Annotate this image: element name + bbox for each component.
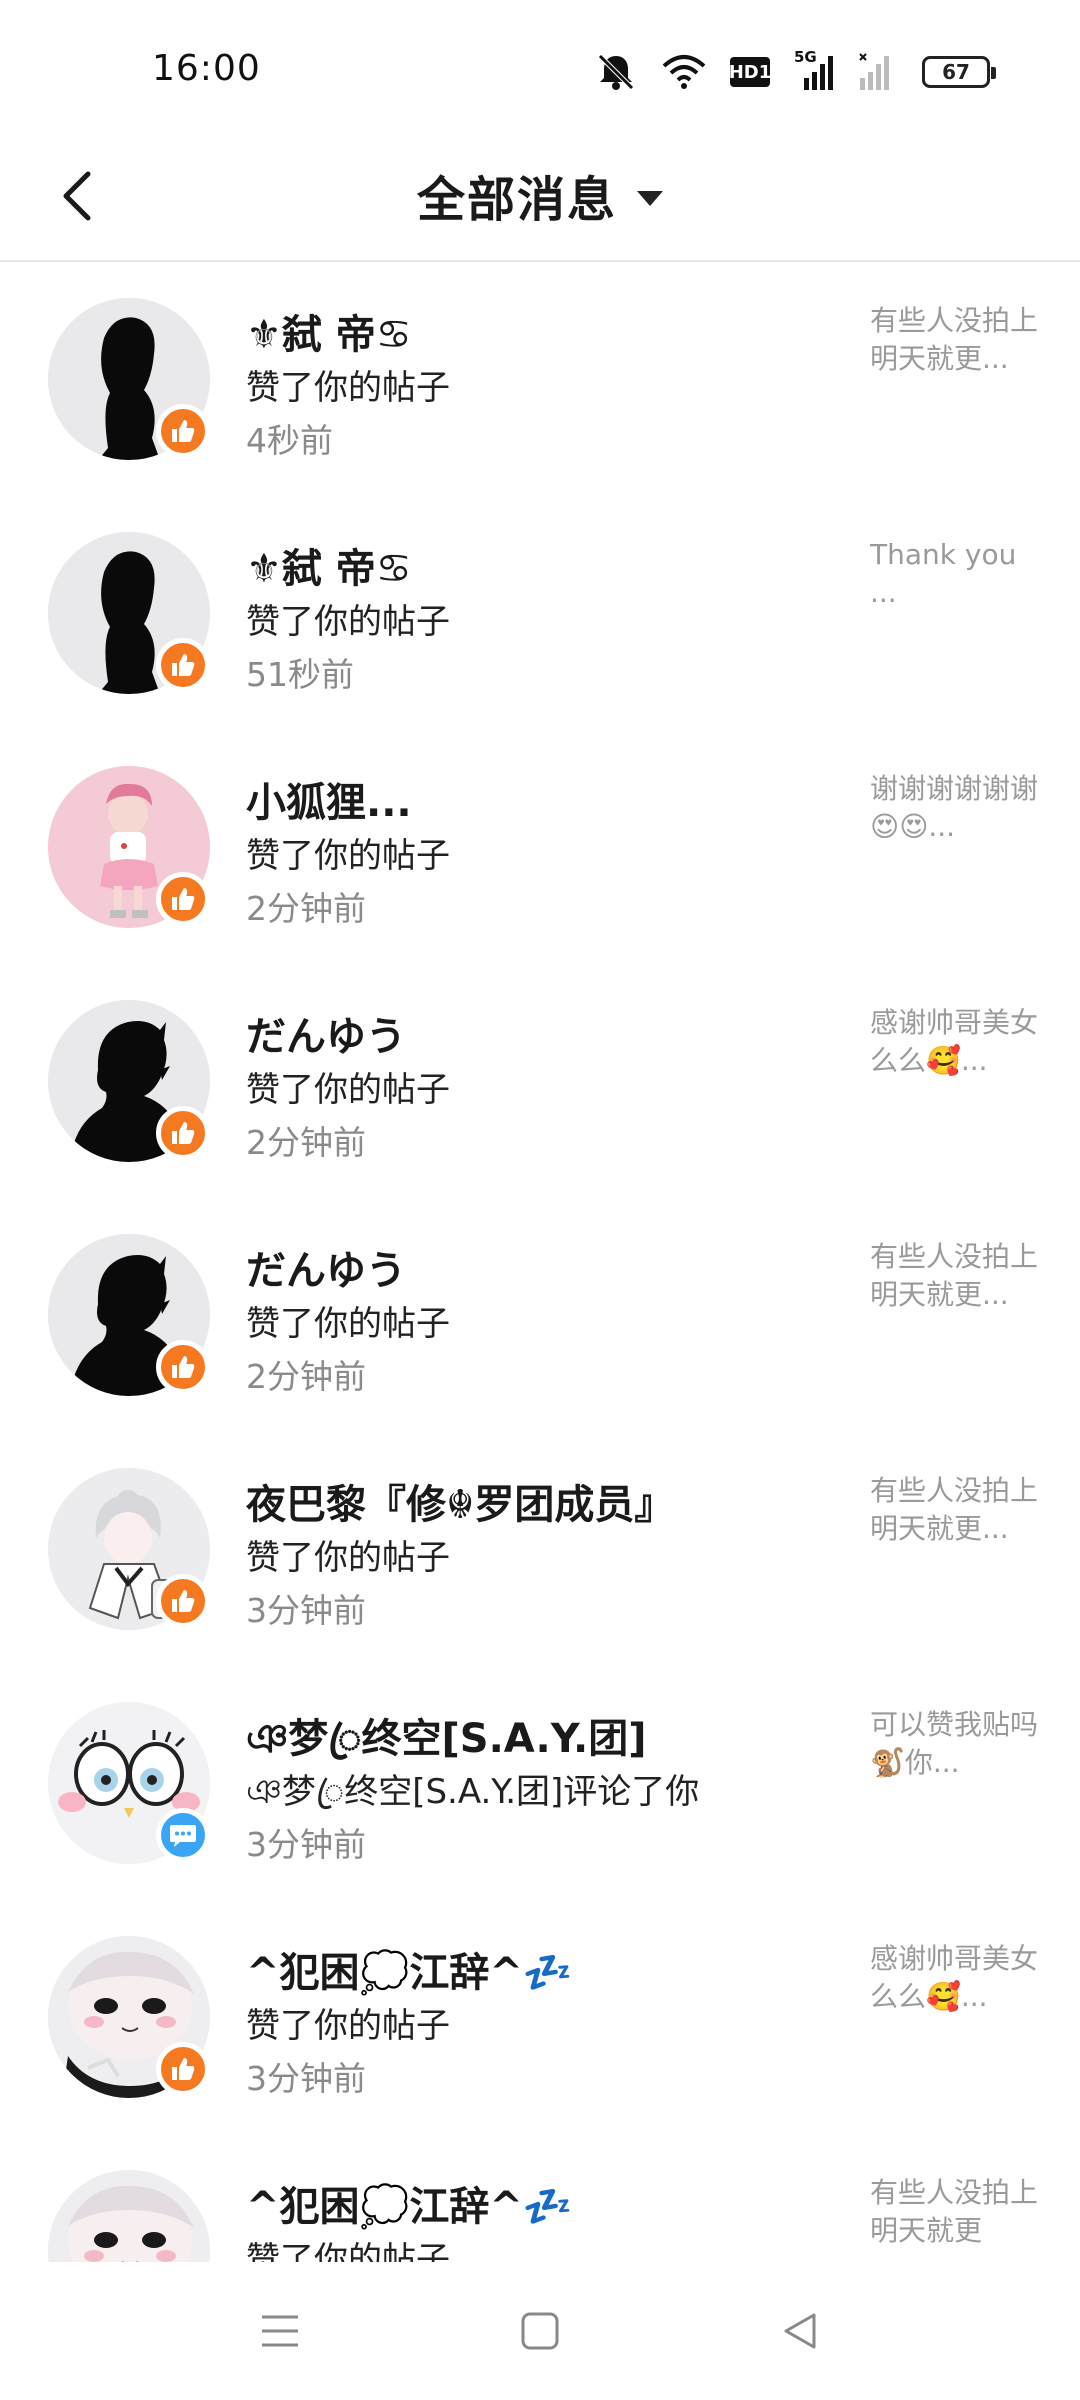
- message-filter-dropdown[interactable]: 全部消息: [0, 160, 1080, 230]
- notification-list[interactable]: ⚜弑 帝♋ 赞了你的帖子 4秒前 有些人没拍上明天就更... ⚜弑 帝♋ 赞了你的帖子 51…: [0, 264, 1080, 2262]
- notification-row[interactable]: ⚜弑 帝♋ 赞了你的帖子 51秒前 Thank you ...: [0, 498, 1080, 732]
- post-preview[interactable]: 有些人没拍上明天就更: [870, 2174, 1038, 2250]
- notification-time: 2分钟前: [246, 1123, 366, 1162]
- post-preview[interactable]: 有些人没拍上明天就更...: [870, 1238, 1038, 1314]
- back-triangle-icon: [784, 2313, 816, 2349]
- status-icons: HD1 5G 67: [594, 48, 996, 94]
- notification-row[interactable]: ঞ梦ꦿ终空[S.A.Y.团] ঞ梦ꦿ终空[S.A.Y.团]评论了你 3分钟前 可以赞我…: [0, 1668, 1080, 1902]
- user-name[interactable]: 小狐狸...: [246, 770, 806, 828]
- signal-5g-icon: 5G: [794, 48, 834, 92]
- signal-icon: [858, 52, 898, 92]
- thumbs-up-icon: [156, 638, 210, 692]
- network-label: 5G: [794, 48, 817, 66]
- wifi-icon: [662, 54, 706, 90]
- notification-action: 赞了你的帖子: [246, 1538, 450, 1578]
- thumbs-up-icon: [156, 2042, 210, 2096]
- thumbs-up-icon: [156, 404, 210, 458]
- notification-time: 4秒前: [246, 421, 333, 460]
- post-preview[interactable]: 有些人没拍上明天就更...: [870, 302, 1038, 378]
- notification-row[interactable]: 小狐狸... 赞了你的帖子 2分钟前 谢谢谢谢谢谢😍😍...: [0, 732, 1080, 966]
- hd-icon: HD1: [729, 57, 771, 87]
- notification-time: 3分钟前: [246, 1825, 366, 1864]
- user-name[interactable]: ^犯困💭江辞^💤: [246, 1940, 806, 1998]
- thumbs-up-icon: [156, 872, 210, 926]
- notification-row[interactable]: ^犯困💭江辞^💤 赞了你的帖子 3分钟前 感谢帅哥美女么么🥰...: [0, 1902, 1080, 2136]
- comment-bubble-icon: [156, 1808, 210, 1862]
- user-name[interactable]: 夜巴黎『修☬罗团成员』: [246, 1472, 806, 1530]
- header: 全部消息: [0, 130, 1080, 262]
- user-name[interactable]: ^犯困💭江辞^💤: [246, 2174, 806, 2232]
- notification-action: 赞了你的帖子: [246, 836, 450, 876]
- page-title: 全部消息: [416, 172, 617, 228]
- notification-time: 51秒前: [246, 655, 354, 694]
- notification-time: 3分钟前: [246, 2059, 366, 2098]
- user-name[interactable]: ⚜弑 帝♋: [246, 536, 806, 594]
- notification-action: 赞了你的帖子: [246, 1304, 450, 1344]
- notification-action: 赞了你的帖子: [246, 1070, 450, 1110]
- post-preview[interactable]: 有些人没拍上明天就更...: [870, 1472, 1038, 1548]
- menu-icon: [262, 2315, 298, 2347]
- thumbs-up-icon: [156, 1340, 210, 1394]
- home-square-icon: [521, 2312, 559, 2350]
- app-screen: 16:00 HD1 5G 67 全部消息 ⚜弑 帝♋ 赞了你的帖子 4秒前 有些…: [0, 0, 1080, 2400]
- post-preview[interactable]: 感谢帅哥美女么么🥰...: [870, 1940, 1038, 2016]
- avatar[interactable]: [48, 2170, 210, 2262]
- status-time: 16:00: [152, 48, 261, 89]
- user-name[interactable]: だんゆう: [246, 1238, 806, 1296]
- notification-action: 赞了你的帖子: [246, 602, 450, 642]
- notification-row[interactable]: ⚜弑 帝♋ 赞了你的帖子 4秒前 有些人没拍上明天就更...: [0, 264, 1080, 498]
- notification-row[interactable]: 夜巴黎『修☬罗团成员』赞了你的帖子 3分钟前 有些人没拍上明天就更...: [0, 1434, 1080, 1668]
- notification-action: 赞了你的帖子: [246, 368, 450, 408]
- notification-time: 3分钟前: [246, 1591, 366, 1630]
- home-button[interactable]: [500, 2291, 580, 2371]
- notification-time: 2分钟前: [246, 889, 366, 928]
- status-bar: 16:00 HD1 5G 67: [0, 0, 1080, 130]
- thumbs-up-icon: [156, 1574, 210, 1628]
- notification-row[interactable]: だんゆう赞了你的帖子 2分钟前 感谢帅哥美女么么🥰...: [0, 966, 1080, 1200]
- post-preview[interactable]: 可以赞我贴吗🐒你...: [870, 1706, 1038, 1782]
- post-preview[interactable]: 感谢帅哥美女么么🥰...: [870, 1004, 1038, 1080]
- system-nav-bar: [0, 2262, 1080, 2400]
- thumbs-up-icon: [156, 1106, 210, 1160]
- battery-icon: 67: [922, 56, 996, 88]
- notification-time: 2分钟前: [246, 1357, 366, 1396]
- mute-bell-icon: [594, 52, 638, 92]
- notification-action: 赞了你的帖子: [246, 2240, 450, 2262]
- user-name[interactable]: だんゆう: [246, 1004, 806, 1062]
- nav-back-button[interactable]: [760, 2291, 840, 2371]
- post-preview[interactable]: 谢谢谢谢谢谢😍😍...: [870, 770, 1038, 846]
- post-preview[interactable]: Thank you ...: [870, 536, 1038, 612]
- menu-button[interactable]: [240, 2291, 320, 2371]
- notification-action: 赞了你的帖子: [246, 2006, 450, 2046]
- notification-row[interactable]: だんゆう赞了你的帖子 2分钟前 有些人没拍上明天就更...: [0, 1200, 1080, 1434]
- notification-row[interactable]: ^犯困💭江辞^💤 赞了你的帖子 有些人没拍上明天就更: [0, 2136, 1080, 2262]
- caret-down-icon: [637, 190, 663, 206]
- user-name[interactable]: ⚜弑 帝♋: [246, 302, 806, 360]
